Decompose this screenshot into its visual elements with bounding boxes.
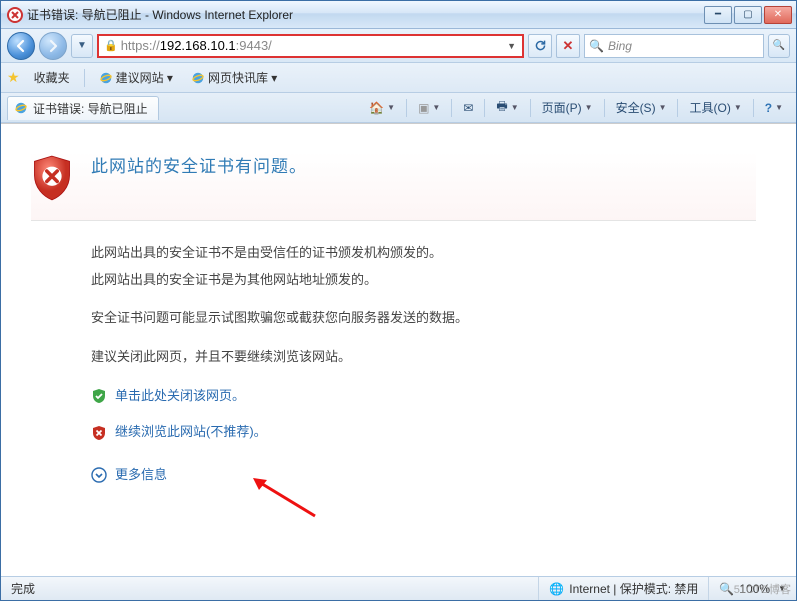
status-bar: 完成 🌐 Internet | 保护模式: 禁用 🔍 100% ▼ 51CTO博… xyxy=(1,576,796,600)
ie-icon xyxy=(99,71,113,85)
cert-text-3: 安全证书问题可能显示试图欺骗您或截获您向服务器发送的数据。 xyxy=(91,306,756,331)
active-tab[interactable]: 证书错误: 导航已阻止 xyxy=(7,96,159,120)
search-placeholder: Bing xyxy=(608,39,632,53)
maximize-button[interactable]: ▢ xyxy=(734,6,762,24)
refresh-button[interactable] xyxy=(528,34,552,58)
close-button[interactable]: ✕ xyxy=(764,6,792,24)
window-title: 证书错误: 导航已阻止 - Windows Internet Explorer xyxy=(27,6,704,23)
stop-button[interactable]: ✕ xyxy=(556,34,580,58)
status-zone[interactable]: 🌐 Internet | 保护模式: 禁用 xyxy=(539,577,709,600)
status-done: 完成 xyxy=(1,577,539,600)
tab-toolbar: 证书错误: 导航已阻止 🏠▼ ▣▼ ✉ 🖶▼ 页面(P) ▼ 安全(S) ▼ 工… xyxy=(1,93,796,123)
ie-icon xyxy=(191,71,205,85)
chevron-circle-down-icon xyxy=(91,467,107,483)
close-page-link[interactable]: 单击此处关闭该网页。 xyxy=(115,384,245,409)
forward-button[interactable] xyxy=(39,32,67,60)
titlebar: 证书错误: 导航已阻止 - Windows Internet Explorer … xyxy=(1,1,796,29)
web-slice-button[interactable]: 网页快讯库 ▾ xyxy=(185,67,283,88)
page-content: 此网站的安全证书有问题。 此网站出具的安全证书不是由受信任的证书颁发机构颁发的。… xyxy=(1,123,796,576)
more-info-toggle[interactable]: 更多信息 xyxy=(91,463,756,488)
close-page-row: 单击此处关闭该网页。 xyxy=(91,384,756,409)
address-bar[interactable]: 🔒 https://192.168.10.1:9443/ ▼ xyxy=(97,34,524,58)
search-box[interactable]: 🔍 Bing xyxy=(584,34,764,58)
status-zoom[interactable]: 🔍 100% ▼ xyxy=(709,577,796,600)
home-button[interactable]: 🏠▼ xyxy=(362,97,402,119)
print-icon: 🖶 xyxy=(496,97,507,118)
cert-text-1: 此网站出具的安全证书不是由受信任的证书颁发机构颁发的。 xyxy=(91,241,756,266)
nav-toolbar: ▼ 🔒 https://192.168.10.1:9443/ ▼ ✕ 🔍 Bin… xyxy=(1,29,796,63)
favorites-label[interactable]: 收藏夹 xyxy=(28,67,76,88)
search-provider-button[interactable]: 🔍 xyxy=(768,34,790,58)
rss-icon: ▣ xyxy=(418,101,429,115)
url-dropdown-icon[interactable]: ▼ xyxy=(503,41,520,51)
cert-error-heading: 此网站的安全证书有问题。 xyxy=(91,152,307,177)
tab-title: 证书错误: 导航已阻止 xyxy=(33,100,148,117)
safety-menu-button[interactable]: 安全(S) ▼ xyxy=(609,97,674,119)
continue-link[interactable]: 继续浏览此网站(不推荐)。 xyxy=(115,420,267,445)
mail-icon: ✉ xyxy=(463,101,473,115)
back-button[interactable] xyxy=(7,32,35,60)
zoom-icon: 🔍 xyxy=(719,582,734,596)
shield-ok-icon xyxy=(91,388,107,404)
feeds-button[interactable]: ▣▼ xyxy=(411,97,447,119)
home-icon: 🏠 xyxy=(369,101,384,115)
cert-text-4: 建议关闭此网页，并且不要继续浏览该网站。 xyxy=(91,345,756,370)
help-button[interactable]: ?▼ xyxy=(758,97,790,119)
chevron-down-icon: ▼ xyxy=(778,584,786,593)
cert-error-header: 此网站的安全证书有问题。 xyxy=(31,152,756,221)
command-bar: 🏠▼ ▣▼ ✉ 🖶▼ 页面(P) ▼ 安全(S) ▼ 工具(O) ▼ ?▼ xyxy=(362,97,790,119)
separator xyxy=(84,69,85,87)
recent-pages-button[interactable]: ▼ xyxy=(71,34,93,58)
favorites-bar: ★ 收藏夹 建议网站 ▾ 网页快讯库 ▾ xyxy=(1,63,796,93)
page-menu-button[interactable]: 页面(P) ▼ xyxy=(535,97,600,119)
favorites-star-icon[interactable]: ★ xyxy=(7,69,20,86)
lock-icon: 🔒 xyxy=(104,39,118,52)
shield-error-icon xyxy=(31,154,73,202)
tools-menu-button[interactable]: 工具(O) ▼ xyxy=(682,97,748,119)
suggested-sites-button[interactable]: 建议网站 ▾ xyxy=(93,67,179,88)
continue-row: 继续浏览此网站(不推荐)。 xyxy=(91,420,756,445)
more-info-label: 更多信息 xyxy=(115,463,167,488)
globe-icon: 🌐 xyxy=(549,582,564,596)
cert-error-icon xyxy=(7,7,23,23)
cert-text-2: 此网站出具的安全证书是为其他网站地址颁发的。 xyxy=(91,268,756,293)
minimize-button[interactable]: ━ xyxy=(704,6,732,24)
search-icon: 🔍 xyxy=(589,39,604,53)
cert-error-body: 此网站出具的安全证书不是由受信任的证书颁发机构颁发的。 此网站出具的安全证书是为… xyxy=(91,241,756,488)
read-mail-button[interactable]: ✉ xyxy=(456,97,480,119)
print-button[interactable]: 🖶▼ xyxy=(489,97,525,119)
help-icon: ? xyxy=(765,101,772,115)
ie-window: 证书错误: 导航已阻止 - Windows Internet Explorer … xyxy=(0,0,797,601)
ie-icon xyxy=(14,101,28,115)
url-text: https://192.168.10.1:9443/ xyxy=(121,38,503,53)
shield-warn-icon xyxy=(91,425,107,441)
